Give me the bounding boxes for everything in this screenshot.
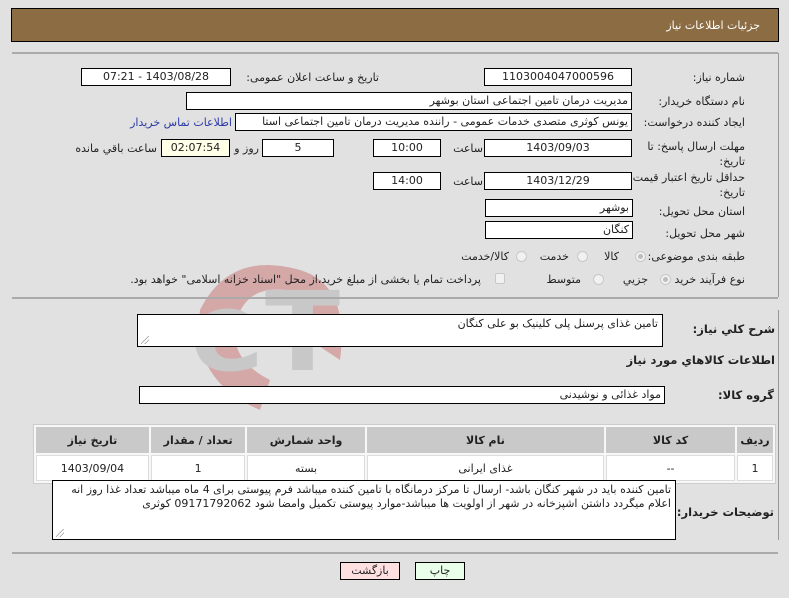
buyer-org-label: نام دستگاه خریدار: (658, 95, 745, 108)
page-title: جزئیات اطلاعات نیاز (666, 19, 760, 32)
announce-datetime-field: 1403/08/28 - 07:21 (81, 68, 231, 86)
divider (12, 552, 778, 554)
page-header: جزئیات اطلاعات نیاز (11, 8, 779, 42)
items-table: ردیف کد کالا نام کالا واحد شمارش تعداد /… (33, 424, 776, 484)
goods-group-field: مواد غذائی و نوشیدنی (139, 386, 665, 404)
description-text: تامین غذای پرسنل پلی کلینیک بو علی کنگان (457, 317, 658, 330)
cell-quantity: 1 (150, 455, 246, 481)
col-need-date: تاریخ نیاز (36, 427, 149, 453)
requester-field: یونس کوثری متصدی خدمات عمومی - راننده مد… (235, 113, 632, 131)
time-remaining-label: ساعت باقي مانده (75, 142, 157, 155)
price-time-label: ساعت (453, 175, 483, 188)
category-option-goods: کالا (604, 250, 619, 263)
days-label: روز و (234, 142, 259, 155)
delivery-city-field: کنگان (485, 221, 633, 239)
category-radio-service[interactable] (577, 251, 588, 262)
col-unit: واحد شمارش (247, 427, 365, 453)
reply-deadline-date: 1403/09/03 (484, 139, 632, 157)
purchase-radio-minor[interactable] (660, 274, 671, 285)
buyer-org-field: مدیریت درمان تامین اجتماعی استان بوشهر (186, 92, 632, 110)
need-number-field: 1103004047000596 (484, 68, 632, 86)
price-validity-label: حداقل تاریخ اعتبار قیمت: تا تاریخ: (619, 171, 745, 199)
delivery-province-label: استان محل تحویل: (658, 205, 745, 218)
category-label: طبقه بندی موضوعی: (647, 250, 745, 263)
col-goods-code: کد کالا (606, 427, 736, 453)
treasury-checkbox[interactable] (495, 273, 505, 284)
reply-time-label: ساعت (453, 142, 483, 155)
purchase-radio-medium[interactable] (593, 274, 604, 285)
delivery-city-label: شهر محل تحویل: (665, 227, 745, 240)
cell-row-number: 1 (737, 455, 773, 481)
cell-unit: بسته (247, 455, 365, 481)
cell-goods-name: غذای ایرانی (366, 455, 605, 481)
purchase-option-medium: متوسط (546, 273, 581, 286)
col-goods-name: نام کالا (366, 427, 605, 453)
description-label: شرح کلي نیاز: (692, 322, 775, 336)
table-row: 1 -- غذای ایرانی بسته 1 1403/09/04 (36, 455, 773, 481)
purchase-option-minor: جزیي (622, 273, 648, 286)
price-validity-date: 1403/12/29 (484, 172, 632, 190)
delivery-province-field: بوشهر (485, 199, 633, 217)
requester-label: ایجاد کننده درخواست: (643, 116, 745, 129)
col-quantity: تعداد / مقدار (150, 427, 246, 453)
cell-goods-code: -- (606, 455, 736, 481)
category-radio-goods[interactable] (635, 251, 646, 262)
need-number-label: شماره نیاز: (692, 71, 745, 84)
time-remaining: 02:07:54 (161, 139, 230, 157)
resize-grip-icon[interactable] (141, 336, 149, 344)
buyer-contact-link[interactable]: اطلاعات تماس خریدار (130, 116, 232, 129)
col-row-number: ردیف (737, 427, 773, 453)
print-button[interactable]: چاپ (415, 562, 465, 580)
resize-grip-icon[interactable] (56, 529, 64, 537)
category-option-service: خدمت (539, 250, 569, 263)
divider (12, 52, 778, 54)
purchase-type-label: نوع فرآیند خرید : (667, 273, 745, 286)
cell-need-date: 1403/09/04 (36, 455, 149, 481)
back-button[interactable]: بازگشت (340, 562, 400, 580)
category-option-goods-service: کالا/خدمت (461, 250, 509, 263)
description-textarea[interactable]: تامین غذای پرسنل پلی کلینیک بو علی کنگان (137, 314, 663, 347)
announce-datetime-label: تاریخ و ساعت اعلان عمومی: (246, 71, 379, 84)
items-section-title: اطلاعات کالاهاي مورد نیاز (626, 353, 775, 367)
category-radio-goods-service[interactable] (516, 251, 527, 262)
buyer-notes-label: توضیحات خریدار: (676, 505, 774, 519)
treasury-note: پرداخت تمام یا بخشی از مبلغ خرید،از محل … (130, 273, 481, 286)
panel-border (778, 310, 779, 540)
goods-group-label: گروه کالا: (718, 388, 774, 402)
panel-border (778, 53, 779, 297)
reply-deadline-time: 10:00 (373, 139, 441, 157)
buyer-notes-textarea[interactable]: تامین کننده باید در شهر کنگان باشد- ارسا… (52, 480, 676, 540)
divider (12, 297, 778, 299)
reply-deadline-label: مهلت ارسال پاسخ: تا تاریخ: (647, 140, 745, 168)
table-header-row: ردیف کد کالا نام کالا واحد شمارش تعداد /… (36, 427, 773, 453)
price-validity-time: 14:00 (373, 172, 441, 190)
buyer-notes-text: تامین کننده باید در شهر کنگان باشد- ارسا… (71, 483, 671, 510)
days-remaining: 5 (262, 139, 334, 157)
